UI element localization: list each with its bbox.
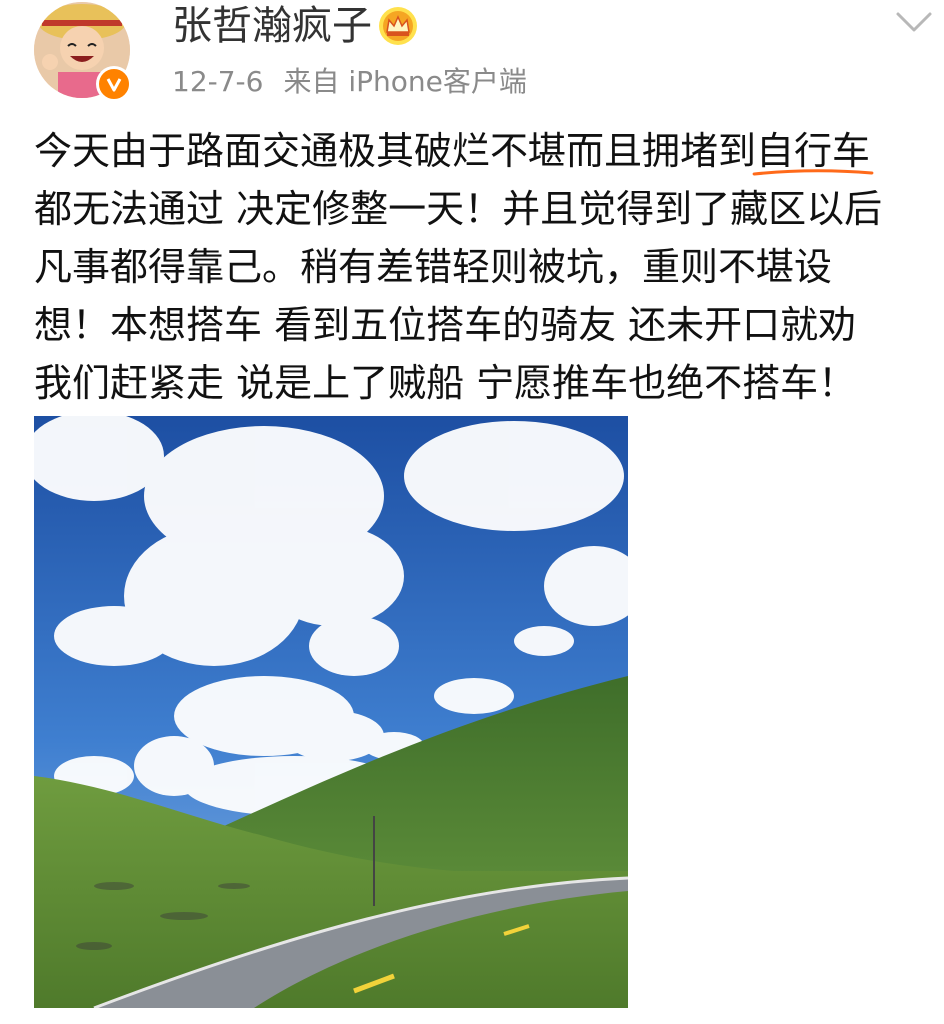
username[interactable]: 张哲瀚疯子 <box>172 2 372 50</box>
chevron-down-icon[interactable] <box>894 8 934 38</box>
post-text-line: 凡事都得靠己。稍有差错轻则被坑，重则不堪设 <box>34 245 833 289</box>
verified-badge <box>96 66 132 102</box>
post-meta: 12-7-6 来自 iPhone客户端 <box>172 62 527 102</box>
post-source[interactable]: 来自 iPhone客户端 <box>283 65 526 98</box>
post-text-line: 想！本想搭车 看到五位搭车的骑友 还未开口就劝 <box>34 303 857 347</box>
post-text-line: 都无法通过 决定修整一天！并且觉得到了藏区以后 <box>34 187 883 231</box>
post-text-segment: 今天由于路面交通极其破烂不堪而且拥堵到 <box>34 129 757 173</box>
verified-v-icon <box>106 78 122 92</box>
highlighted-word: 自行车 <box>752 122 874 180</box>
post-text-line: 今天由于路面交通极其破烂不堪而且拥堵到自行车 <box>34 122 924 180</box>
post-photo[interactable] <box>34 416 628 1008</box>
highlighted-word-text: 自行车 <box>756 129 871 173</box>
crown-icon[interactable] <box>378 6 418 46</box>
post-text-line: 我们赶紧走 说是上了贼船 宁愿推车也绝不搭车！ <box>34 361 857 405</box>
orange-underline-annotation <box>752 169 874 176</box>
post-text: 今天由于路面交通极其破烂不堪而且拥堵到自行车 都无法通过 决定修整一天！并且觉得… <box>34 122 924 412</box>
post-date: 12-7-6 <box>172 65 264 98</box>
landscape-photo <box>34 416 628 1008</box>
